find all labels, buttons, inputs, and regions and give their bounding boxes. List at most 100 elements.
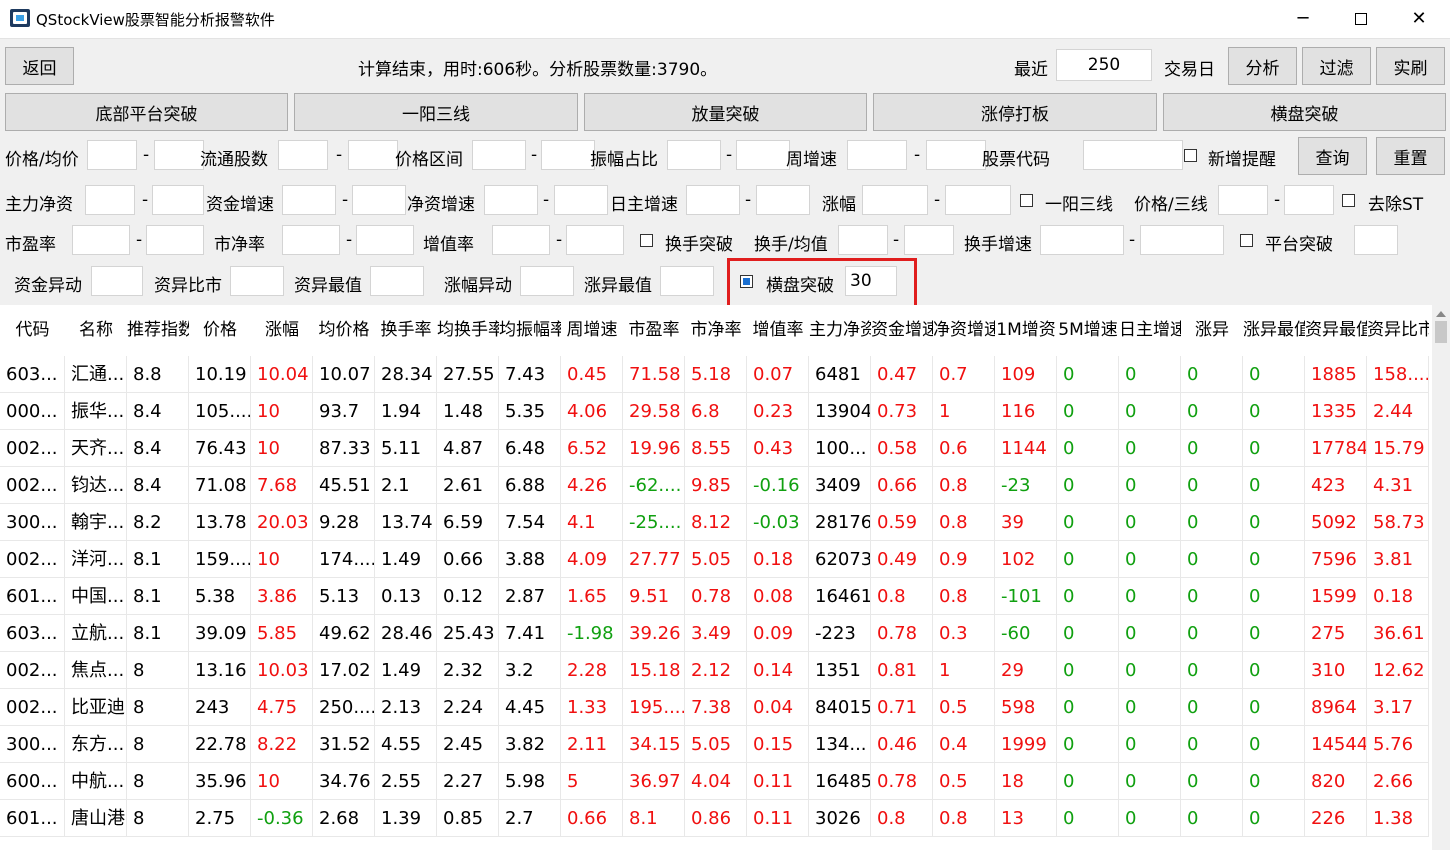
column-header[interactable]: 换手率 [375, 305, 437, 355]
price-3line-max-input[interactable] [1284, 185, 1334, 215]
column-header[interactable]: 资异比市 [1367, 305, 1429, 355]
fund-anomaly-input[interactable] [91, 266, 143, 296]
daily-main-max-input[interactable] [756, 185, 810, 215]
price-range-max-input[interactable] [541, 140, 595, 170]
turnover-growth-min-input[interactable] [1040, 225, 1124, 255]
table-row[interactable]: 000... 振华... 8.4 105.... 10 93.7 1.94 1.48 5.35 4… [0, 393, 1432, 430]
change-min-input[interactable] [862, 185, 928, 215]
net-growth-min-input[interactable] [484, 185, 538, 215]
table-row[interactable]: 603... 汇通... 8.8 10.19 10.04 10.07 28.34 27.55 7… [0, 356, 1432, 393]
scroll-up-icon[interactable] [1436, 311, 1446, 317]
minimize-button[interactable]: ─ [1274, 0, 1332, 38]
vertical-scrollbar[interactable] [1432, 305, 1450, 850]
column-header[interactable]: 1M增资 [995, 305, 1057, 355]
price-3line-min-input[interactable] [1218, 185, 1268, 215]
daily-main-min-input[interactable] [686, 185, 740, 215]
column-header[interactable]: 5M增速 [1057, 305, 1119, 355]
strategy-one-yang-button[interactable]: 一阳三线 [294, 93, 578, 131]
table-row[interactable]: 002... 洋河... 8.1 159.... 10 174.... 1.49 0.66 3.… [0, 541, 1432, 578]
float-shares-min-input[interactable] [278, 140, 328, 170]
change-max-input[interactable] [945, 185, 1011, 215]
pb-max-input[interactable] [356, 225, 414, 255]
table-row[interactable]: 601... 唐山港 8 2.75 -0.36 2.68 1.39 0.85 2.7 0.66 8.… [0, 800, 1432, 837]
column-header[interactable]: 均振幅率 [499, 305, 561, 355]
turnover-break-checkbox[interactable] [640, 234, 653, 247]
column-header[interactable]: 市净率 [685, 305, 747, 355]
table-row[interactable]: 002... 天齐... 8.4 76.43 10 87.33 5.11 4.87 6.48 6.… [0, 430, 1432, 467]
column-header[interactable]: 涨幅 [251, 305, 313, 355]
table-row[interactable]: 600... 中航... 8 35.96 10 34.76 2.55 2.27 5.98 5 36.… [0, 763, 1432, 800]
analyze-button[interactable]: 分析 [1228, 47, 1297, 85]
pe-max-input[interactable] [146, 225, 204, 255]
table-row[interactable]: 603... 立航... 8.1 39.09 5.85 49.62 28.46 25.43 7.… [0, 615, 1432, 652]
range-dash: - [893, 230, 900, 250]
weekly-growth-max-input[interactable] [926, 140, 986, 170]
column-header[interactable]: 名称 [65, 305, 127, 355]
stock-code-input[interactable] [1083, 140, 1183, 170]
filter-button[interactable]: 过滤 [1302, 47, 1371, 85]
change-anomaly-input[interactable] [520, 266, 574, 296]
maximize-button[interactable] [1332, 0, 1390, 38]
back-button[interactable]: 返回 [5, 47, 74, 85]
strategy-limit-up-button[interactable]: 涨停打板 [873, 93, 1157, 131]
pe-min-input[interactable] [72, 225, 130, 255]
price-avg-max-input[interactable] [154, 140, 204, 170]
column-header[interactable]: 代码 [0, 305, 65, 355]
reset-button[interactable]: 重置 [1376, 137, 1445, 175]
column-header[interactable]: 均换手率 [437, 305, 499, 355]
strategy-volume-break-button[interactable]: 放量突破 [584, 93, 867, 131]
column-header[interactable]: 增值率 [747, 305, 809, 355]
turnover-avg-min-input[interactable] [838, 225, 888, 255]
main-net-min-input[interactable] [85, 185, 135, 215]
column-header[interactable]: 价格 [189, 305, 251, 355]
table-row[interactable]: 300... 翰宇... 8.2 13.78 20.03 9.28 13.74 6.59 7.5… [0, 504, 1432, 541]
new-alert-checkbox[interactable] [1184, 149, 1197, 162]
table-row[interactable]: 300... 东方... 8 22.78 8.22 31.52 4.55 2.45 3.82 2.… [0, 726, 1432, 763]
query-button[interactable]: 查询 [1298, 137, 1367, 175]
net-growth-max-input[interactable] [554, 185, 608, 215]
fund-anomaly-ratio-input[interactable] [230, 266, 284, 296]
amplitude-max-input[interactable] [736, 140, 790, 170]
exclude-st-checkbox[interactable] [1342, 194, 1355, 207]
value-growth-max-input[interactable] [566, 225, 624, 255]
column-header[interactable]: 主力净资 [809, 305, 871, 355]
platform-break-input[interactable] [1354, 225, 1398, 255]
platform-break-checkbox[interactable] [1240, 234, 1253, 247]
table-cell: 0 [1181, 689, 1243, 726]
fund-growth-min-input[interactable] [282, 185, 336, 215]
column-header[interactable]: 净资增速 [933, 305, 995, 355]
close-button[interactable]: ✕ [1390, 0, 1448, 38]
column-header[interactable]: 涨异 [1181, 305, 1243, 355]
float-shares-max-input[interactable] [348, 140, 398, 170]
amplitude-min-input[interactable] [667, 140, 721, 170]
strategy-sideways-button[interactable]: 横盘突破 [1163, 93, 1446, 131]
table-row[interactable]: 002... 比亚迪 8 243 4.75 250.... 2.13 2.24 4.45 1.33… [0, 689, 1432, 726]
turnover-growth-max-input[interactable] [1140, 225, 1224, 255]
pb-min-input[interactable] [282, 225, 340, 255]
table-row[interactable]: 002... 焦点... 8 13.16 10.03 17.02 1.49 2.32 3.2 2.… [0, 652, 1432, 689]
one-yang-checkbox[interactable] [1020, 194, 1033, 207]
column-header[interactable]: 均价格 [313, 305, 375, 355]
value-growth-min-input[interactable] [492, 225, 550, 255]
table-row[interactable]: 601... 中国... 8.1 5.38 3.86 5.13 0.13 0.12 2.87 1.… [0, 578, 1432, 615]
column-header[interactable]: 市盈率 [623, 305, 685, 355]
strategy-bottom-platform-button[interactable]: 底部平台突破 [5, 93, 288, 131]
price-range-min-input[interactable] [472, 140, 526, 170]
change-anomaly-max-input[interactable] [660, 266, 714, 296]
column-header[interactable]: 推荐指数 [127, 305, 189, 355]
main-net-max-input[interactable] [152, 185, 204, 215]
weekly-growth-min-input[interactable] [847, 140, 907, 170]
column-header[interactable]: 周增速 [561, 305, 623, 355]
fund-anomaly-max-input[interactable] [370, 266, 424, 296]
scroll-thumb[interactable] [1435, 321, 1447, 343]
column-header[interactable]: 日主增速 [1119, 305, 1181, 355]
column-header[interactable]: 资金增速 [871, 305, 933, 355]
price-avg-min-input[interactable] [87, 140, 137, 170]
table-row[interactable]: 002... 钧达... 8.4 71.08 7.68 45.51 2.1 2.61 6.88 4… [0, 467, 1432, 504]
column-header[interactable]: 涨异最值 [1243, 305, 1305, 355]
recent-days-input[interactable]: 250 [1056, 49, 1152, 81]
turnover-avg-max-input[interactable] [904, 225, 954, 255]
column-header[interactable]: 资异最值 [1305, 305, 1367, 355]
realtime-button[interactable]: 实刷 [1376, 47, 1445, 85]
fund-growth-max-input[interactable] [352, 185, 406, 215]
